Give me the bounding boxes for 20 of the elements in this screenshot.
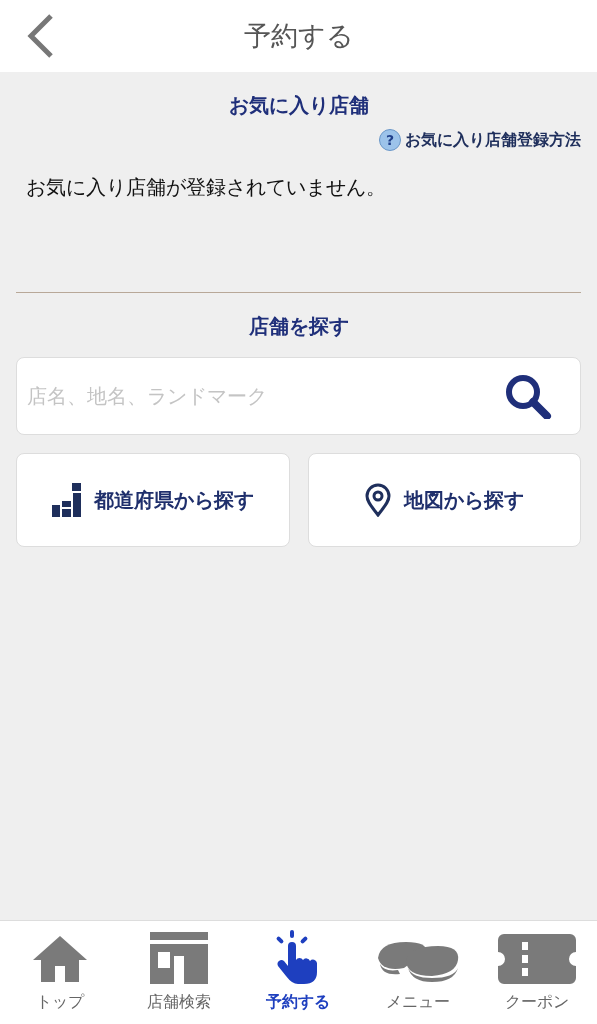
search-icon[interactable]: [503, 373, 553, 419]
help-link[interactable]: ? お気に入り店舗登録方法: [379, 128, 581, 152]
help-icon: ?: [379, 129, 401, 151]
back-icon: [25, 14, 55, 58]
search-option-button[interactable]: 地図から探す: [307, 453, 581, 547]
coupon-icon: [498, 934, 577, 984]
tab[interactable]: 店舗検索: [119, 921, 239, 1024]
section-title: お気に入り店舗: [228, 92, 369, 119]
page-title: 予約する: [243, 18, 354, 53]
stairs-icon: [51, 483, 82, 517]
store-icon: [148, 932, 211, 984]
search-option-button[interactable]: 都道府県から探す: [16, 453, 290, 547]
map-pin-icon: [364, 483, 393, 517]
tab[interactable]: 予約する: [238, 921, 359, 1024]
tab[interactable]: メニュー: [358, 921, 478, 1024]
empty-message: お気に入り店舗が登録されていません。: [26, 174, 387, 201]
search-field[interactable]: 店名、地名、ランドマーク: [16, 357, 581, 435]
tab[interactable]: クーポン: [477, 921, 597, 1024]
tab[interactable]: トップ: [0, 921, 120, 1024]
section-title: 店舗を探す: [248, 313, 349, 340]
